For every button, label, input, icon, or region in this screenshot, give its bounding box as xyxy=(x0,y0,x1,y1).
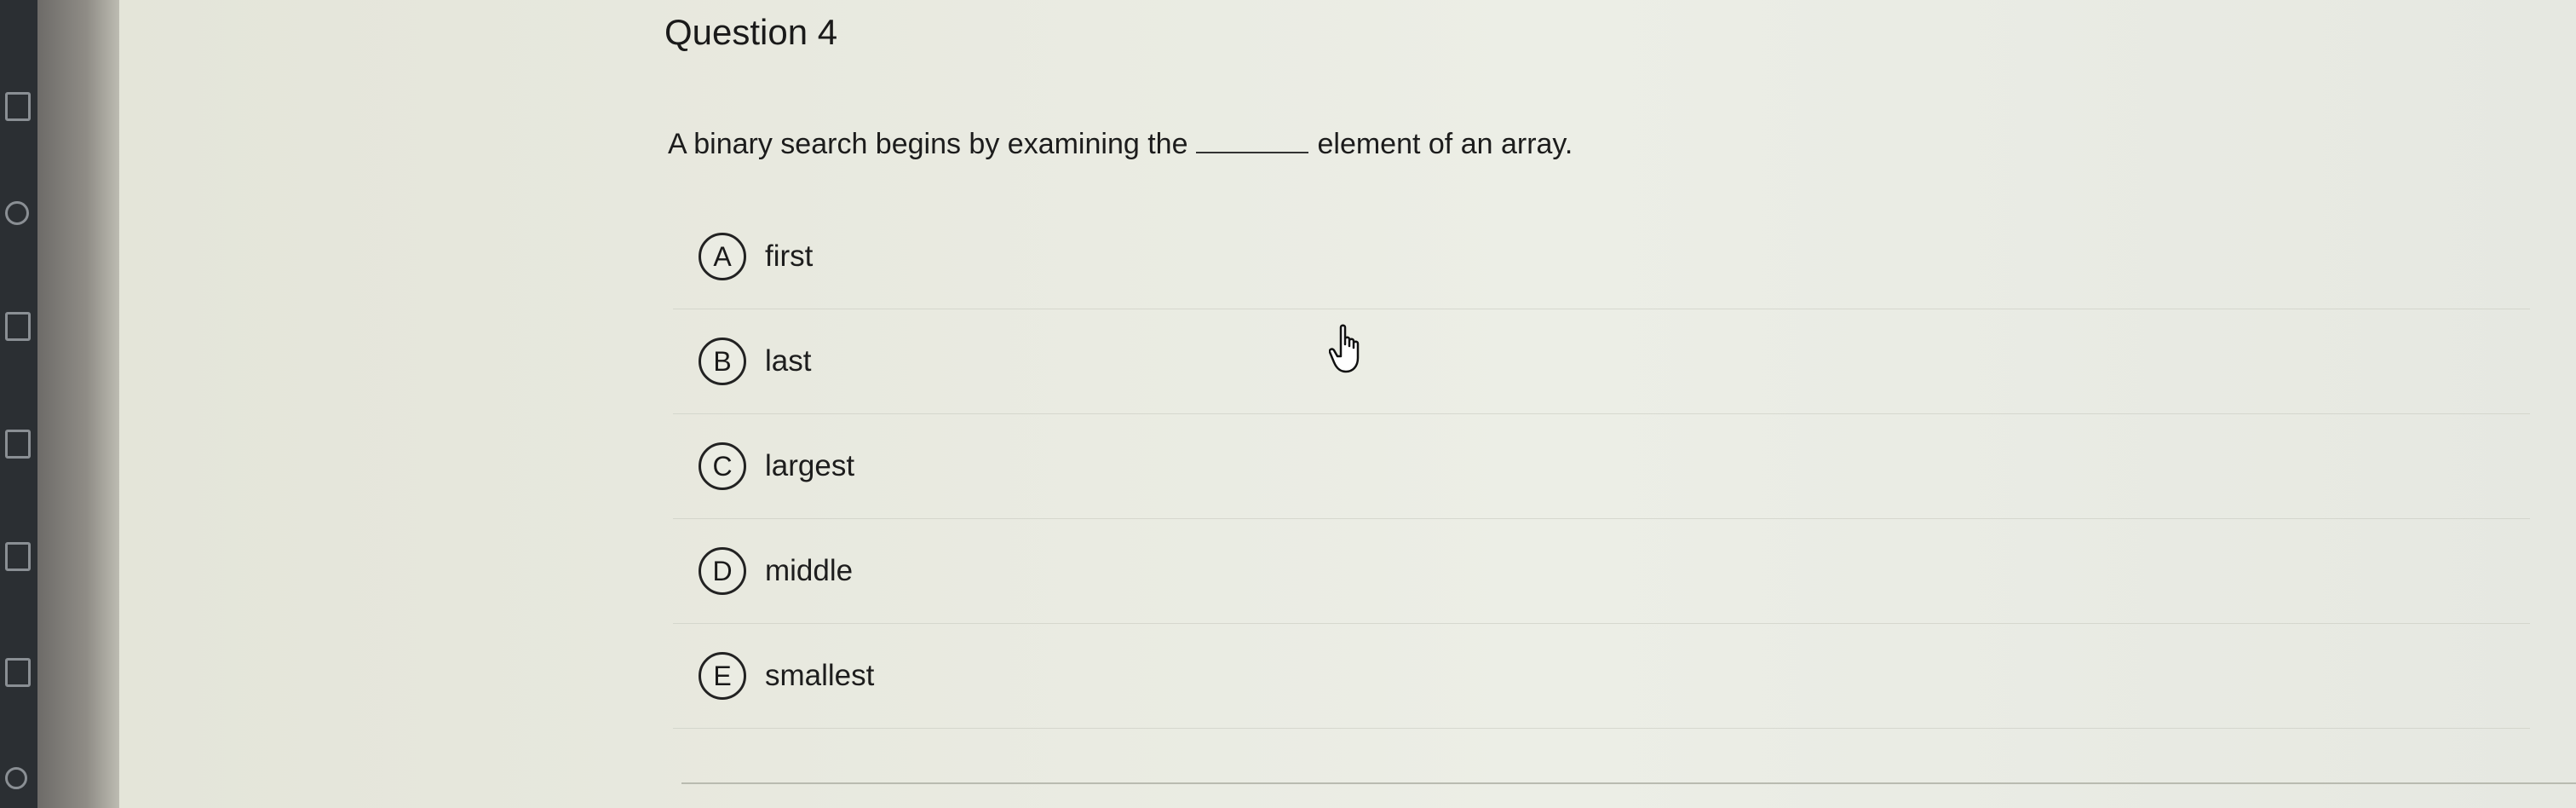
option-c[interactable]: C largest xyxy=(673,414,2530,519)
option-letter-badge[interactable]: B xyxy=(699,338,746,385)
global-nav-sidebar xyxy=(0,0,37,808)
user-icon[interactable] xyxy=(5,201,29,225)
option-label[interactable]: middle xyxy=(765,554,853,588)
inbox-icon[interactable] xyxy=(5,430,31,459)
screen: Question 4 A binary search begins by exa… xyxy=(0,0,2576,808)
question-divider xyxy=(681,782,2576,784)
question-prompt: A binary search begins by examining the … xyxy=(668,128,1573,161)
option-label[interactable]: smallest xyxy=(765,659,874,693)
option-label[interactable]: last xyxy=(765,344,811,378)
external-link-icon[interactable] xyxy=(5,658,31,687)
prompt-after-blank: element of an array. xyxy=(1317,128,1573,160)
hand-pointer-icon xyxy=(1329,324,1360,373)
quiz-content: Question 4 A binary search begins by exa… xyxy=(119,0,2576,808)
option-letter-badge[interactable]: A xyxy=(699,233,746,280)
history-icon[interactable] xyxy=(5,542,31,571)
option-label[interactable]: first xyxy=(765,240,813,274)
option-label[interactable]: largest xyxy=(765,449,854,483)
option-e[interactable]: E smallest xyxy=(673,624,2530,729)
option-letter-badge[interactable]: D xyxy=(699,547,746,595)
option-a[interactable]: A first xyxy=(673,205,2530,309)
calendar-icon[interactable] xyxy=(5,312,31,341)
answer-blank xyxy=(1196,131,1309,153)
option-letter-badge[interactable]: C xyxy=(699,442,746,490)
prompt-before-blank: A binary search begins by examining the xyxy=(668,128,1188,160)
option-letter-badge[interactable]: E xyxy=(699,652,746,700)
sidebar-shadow xyxy=(37,0,119,808)
grades-icon[interactable] xyxy=(5,92,31,121)
option-d[interactable]: D middle xyxy=(673,519,2530,624)
back-icon[interactable] xyxy=(5,767,27,789)
option-b[interactable]: B last xyxy=(673,309,2530,414)
question-title: Question 4 xyxy=(664,12,838,52)
answer-options: A first B last C largest D middle E smal… xyxy=(673,205,2530,729)
